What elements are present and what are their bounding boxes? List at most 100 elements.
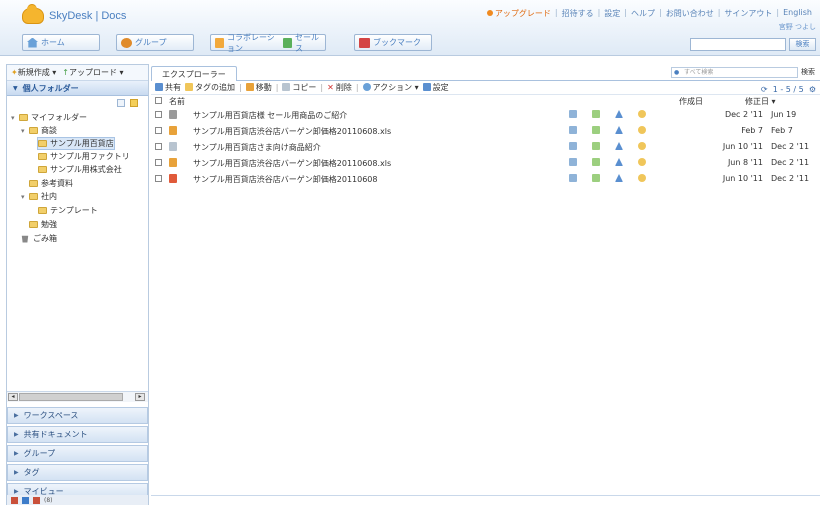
accordion-shared-docs[interactable]: ▶ 共有ドキュメント <box>7 426 148 443</box>
contact-link[interactable]: お問い合わせ <box>662 8 718 19</box>
comment-icon[interactable] <box>592 158 600 166</box>
personal-folder-title: 個人フォルダー <box>22 83 79 93</box>
upload-button[interactable]: ↑アップロード ▾ <box>62 67 123 78</box>
download-icon[interactable] <box>615 110 623 118</box>
tag-icon[interactable] <box>638 142 646 150</box>
header-search-button[interactable]: 検索 <box>789 38 816 51</box>
accordion-tag[interactable]: ▶ タグ <box>7 464 148 481</box>
file-name[interactable]: サンプル用百貨店渋谷店バーゲン卸価格20110608.xls <box>193 126 391 137</box>
tree-item-sample-company[interactable]: サンプル用株式会社 <box>38 164 122 175</box>
settings-button[interactable]: 設定 <box>422 82 449 93</box>
refresh-icon[interactable]: ⟳ <box>761 85 768 94</box>
collapse-all-icon[interactable] <box>117 99 125 107</box>
status-icon[interactable] <box>22 496 29 504</box>
tree-item-sample-factory[interactable]: サンプル用ファクトリ <box>38 151 130 162</box>
folder-icon <box>38 140 47 147</box>
accordion-group[interactable]: ▶ グループ <box>7 445 148 462</box>
personal-folder-header[interactable]: ▼ 個人フォルダー <box>7 81 148 96</box>
header-search-input[interactable] <box>690 38 786 51</box>
tab-explorer[interactable]: エクスプローラー <box>151 66 237 81</box>
download-icon[interactable] <box>615 158 623 166</box>
file-row[interactable]: サンプル用百貨店渋谷店バーゲン卸価格20110608.xls Feb 7 Feb 7 <box>151 123 820 139</box>
row-checkbox[interactable] <box>155 159 162 166</box>
file-name[interactable]: サンプル用百貨店さま向け商品紹介 <box>193 142 321 153</box>
file-row[interactable]: サンプル用百貨店さま向け商品紹介 Jun 10 '11 Dec 2 '11 <box>151 139 820 155</box>
explorer-search-input[interactable]: すべて検索 <box>671 67 798 78</box>
add-tag-button[interactable]: タグの追加 <box>185 82 235 93</box>
tree-item-deals[interactable]: ▾ 商談 <box>21 125 57 136</box>
comment-icon[interactable] <box>592 142 600 150</box>
status-icon[interactable] <box>11 496 18 504</box>
tag-icon[interactable] <box>638 174 646 182</box>
file-row[interactable]: サンプル用百貨店渋谷店バーゲン卸価格20110608.xls Jun 8 '11 D… <box>151 155 820 171</box>
tree-item-sample-dept-store[interactable]: サンプル用百貨店 <box>37 137 115 150</box>
row-checkbox[interactable] <box>155 175 162 182</box>
row-checkbox[interactable] <box>155 111 162 118</box>
folder-icon <box>29 180 38 187</box>
accordion-label: タグ <box>23 468 40 477</box>
download-icon[interactable] <box>615 126 623 134</box>
invite-link[interactable]: 招待する <box>558 8 598 19</box>
home-button[interactable]: ホーム <box>22 34 100 51</box>
action-menu-button[interactable]: アクション ▾ <box>362 82 419 93</box>
new-button[interactable]: ✦新規作成 ▾ <box>11 67 56 78</box>
status-icon[interactable] <box>33 496 40 504</box>
file-name[interactable]: サンプル用百貨店様 セール用商品のご紹介 <box>193 110 347 121</box>
copy-button[interactable]: コピー <box>282 82 316 93</box>
column-modified[interactable]: 修正日 ▾ <box>745 96 776 107</box>
download-icon[interactable] <box>615 142 623 150</box>
tag-icon[interactable] <box>638 110 646 118</box>
comment-icon[interactable] <box>592 174 600 182</box>
share-button[interactable]: 共有 <box>155 82 181 93</box>
row-checkbox[interactable] <box>155 127 162 134</box>
tree-item-internal[interactable]: ▾ 社内 <box>21 191 57 202</box>
move-button[interactable]: 移動 <box>245 82 272 93</box>
group-button[interactable]: グループ <box>116 34 194 51</box>
expand-toggle-icon[interactable]: ▾ <box>11 114 19 122</box>
select-all-checkbox[interactable] <box>155 97 162 104</box>
expand-toggle-icon[interactable]: ▾ <box>21 127 29 135</box>
share-icon[interactable] <box>569 142 577 150</box>
comment-icon[interactable] <box>592 110 600 118</box>
language-link[interactable]: English <box>779 8 816 19</box>
share-icon[interactable] <box>569 110 577 118</box>
row-checkbox[interactable] <box>155 143 162 150</box>
tree-item-reference[interactable]: 参考資料 <box>29 178 73 189</box>
tree-item-study[interactable]: 勉強 <box>29 219 57 230</box>
accordion-workspace[interactable]: ▶ ワークスペース <box>7 407 148 424</box>
tree-horizontal-scrollbar[interactable]: ◂ ▸ <box>7 391 148 402</box>
signout-link[interactable]: サインアウト <box>720 8 776 19</box>
column-name[interactable]: 名前 <box>169 96 185 107</box>
share-icon[interactable] <box>569 126 577 134</box>
settings-gear-icon[interactable]: ⚙ <box>809 85 816 94</box>
help-link[interactable]: ヘルプ <box>627 8 659 19</box>
expand-toggle-icon[interactable]: ▾ <box>21 193 29 201</box>
share-icon[interactable] <box>569 158 577 166</box>
tree-item-trash[interactable]: ごみ箱 <box>21 233 57 244</box>
tree-item-template[interactable]: テンプレート <box>38 205 98 216</box>
upgrade-link[interactable]: アップグレード <box>483 8 555 19</box>
tag-icon[interactable] <box>638 158 646 166</box>
scroll-right-icon[interactable]: ▸ <box>135 393 145 401</box>
collaboration-button[interactable]: コラボレーション セールス <box>210 33 326 53</box>
comment-icon[interactable] <box>592 126 600 134</box>
share-icon[interactable] <box>569 174 577 182</box>
bookmark-button[interactable]: ブックマーク <box>354 34 432 51</box>
file-row[interactable]: サンプル用百貨店渋谷店バーゲン卸価格20110608 Jun 10 '11 Dec … <box>151 171 820 187</box>
app-logo[interactable]: SkyDesk | Docs <box>22 4 126 24</box>
file-row[interactable]: サンプル用百貨店様 セール用商品のご紹介 Dec 2 '11 Jun 19 <box>151 107 820 123</box>
settings-link[interactable]: 設定 <box>600 8 624 19</box>
download-icon[interactable] <box>615 174 623 182</box>
tree-item-my-folder[interactable]: ▾ マイフォルダー <box>11 112 87 123</box>
column-created[interactable]: 作成日 <box>679 96 703 107</box>
left-panel: ✦新規作成 ▾ ↑アップロード ▾ ▼ 個人フォルダー ▾ マイフォルダー ▾ 商談… <box>6 64 149 505</box>
explorer-search-button[interactable]: 検索 <box>801 67 815 77</box>
modified-date: Dec 2 '11 <box>771 158 810 167</box>
scroll-left-icon[interactable]: ◂ <box>8 393 18 401</box>
new-folder-icon[interactable] <box>130 99 138 107</box>
scrollbar-thumb[interactable] <box>19 393 123 401</box>
delete-button[interactable]: ✕ 削除 <box>327 82 352 93</box>
tag-icon[interactable] <box>638 126 646 134</box>
file-name[interactable]: サンプル用百貨店渋谷店バーゲン卸価格20110608 <box>193 174 377 185</box>
file-name[interactable]: サンプル用百貨店渋谷店バーゲン卸価格20110608.xls <box>193 158 391 169</box>
